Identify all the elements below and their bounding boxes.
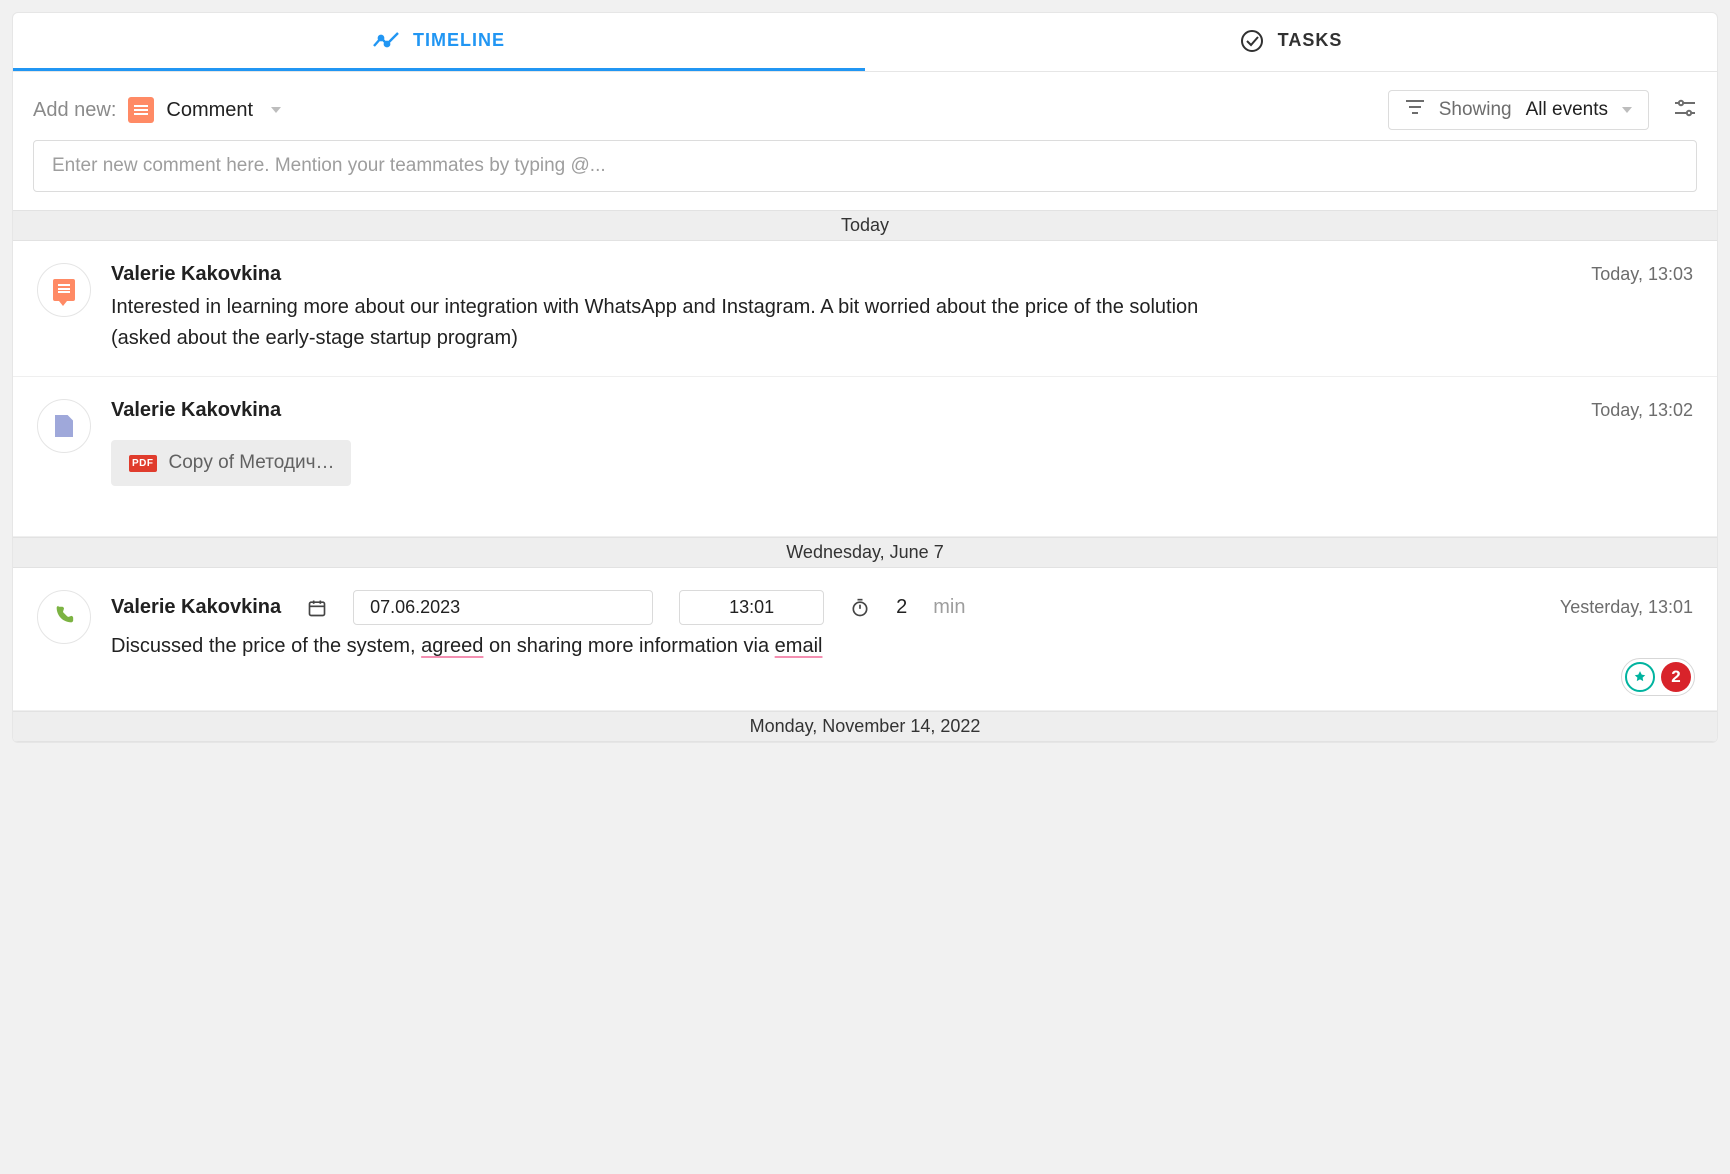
timeline-item: Valerie Kakovkina 2 min Yesterday, 13:0 <box>13 568 1717 711</box>
attachment-name: Copy of Методич… <box>169 452 335 474</box>
assistant-badge[interactable]: 2 <box>1621 658 1695 696</box>
settings-button[interactable] <box>1673 98 1697 123</box>
item-type-avatar <box>37 399 91 453</box>
calendar-icon <box>307 598 327 618</box>
stopwatch-icon <box>850 598 870 618</box>
add-new-label: Add new: <box>33 99 116 122</box>
tabs: TIMELINE TASKS <box>13 13 1717 72</box>
timeline-icon <box>373 32 399 50</box>
chevron-down-icon <box>271 107 281 113</box>
chevron-down-icon <box>1622 107 1632 113</box>
item-timestamp: Today, 13:02 <box>1591 400 1693 421</box>
hint-icon <box>1625 662 1655 692</box>
item-timestamp: Today, 13:03 <box>1591 264 1693 285</box>
comment-input[interactable] <box>33 140 1697 192</box>
item-author: Valerie Kakovkina <box>111 263 281 286</box>
tab-timeline[interactable]: TIMELINE <box>13 13 865 71</box>
toolbar: Add new: Comment Showing All events <box>13 72 1717 140</box>
entry-type-label: Comment <box>166 99 253 122</box>
date-header: Wednesday, June 7 <box>13 537 1717 568</box>
pdf-icon: PDF <box>129 455 157 472</box>
timeline-item: Valerie Kakovkina Today, 13:03 Intereste… <box>13 241 1717 377</box>
item-text: Interested in learning more about our in… <box>111 292 1211 354</box>
call-time-input[interactable] <box>679 590 824 625</box>
filter-select[interactable]: Showing All events <box>1388 90 1649 130</box>
attachment-chip[interactable]: PDF Copy of Методич… <box>111 440 351 486</box>
date-header: Today <box>13 210 1717 241</box>
comment-icon <box>53 279 75 301</box>
filter-icon <box>1405 99 1425 121</box>
filter-value: All events <box>1526 99 1608 121</box>
tab-label: TASKS <box>1278 30 1343 51</box>
item-author: Valerie Kakovkina <box>111 399 281 422</box>
call-duration-value: 2 <box>896 596 907 619</box>
timeline-panel: TIMELINE TASKS Add new: Comment <box>12 12 1718 743</box>
call-duration-unit: min <box>933 596 965 619</box>
tab-label: TIMELINE <box>413 30 505 51</box>
tab-tasks[interactable]: TASKS <box>865 13 1717 71</box>
badge-count: 2 <box>1661 662 1691 692</box>
item-timestamp: Yesterday, 13:01 <box>1560 597 1693 618</box>
phone-icon <box>53 604 75 631</box>
item-author: Valerie Kakovkina <box>111 596 281 619</box>
timeline-item: Valerie Kakovkina Today, 13:02 PDF Copy … <box>13 377 1717 537</box>
item-type-avatar <box>37 263 91 317</box>
comment-icon <box>128 97 154 123</box>
date-header: Monday, November 14, 2022 <box>13 711 1717 742</box>
item-type-avatar <box>37 590 91 644</box>
item-text: Discussed the price of the system, agree… <box>111 631 1211 662</box>
entry-type-select[interactable]: Comment <box>166 99 281 122</box>
file-icon <box>55 415 73 437</box>
call-date-input[interactable] <box>353 590 653 625</box>
tasks-icon <box>1240 29 1264 53</box>
filter-prefix: Showing <box>1439 99 1512 121</box>
